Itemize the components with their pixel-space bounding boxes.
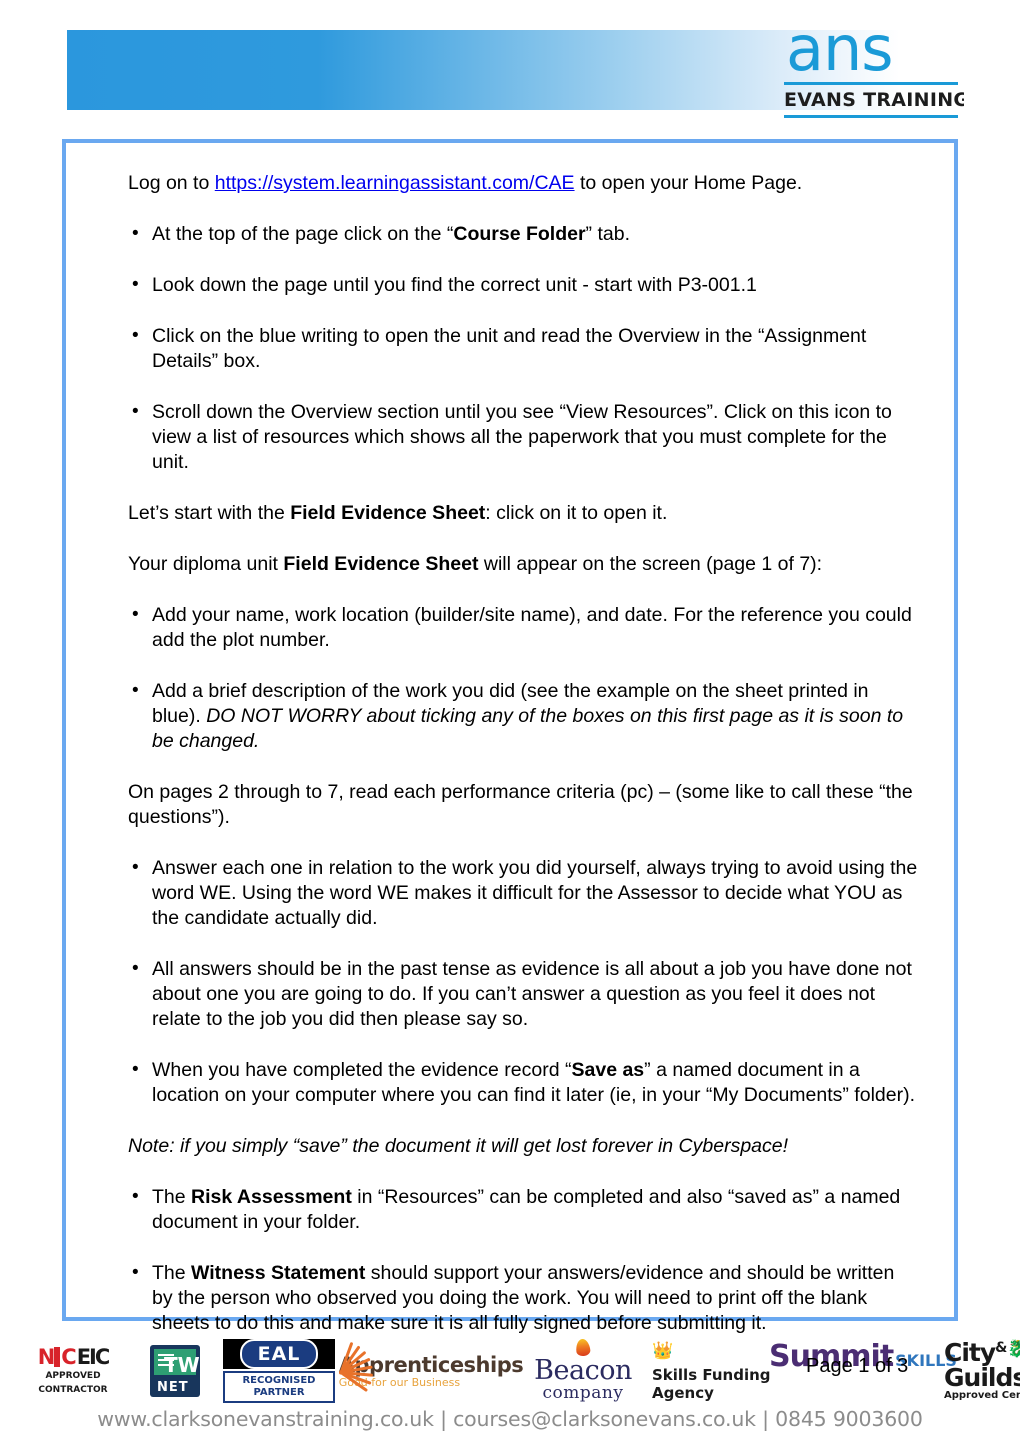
logo-wordmark: ans [786, 12, 894, 85]
city-and-guilds-logo: City & 🐉 Guilds Approved Centre [944, 1339, 1020, 1403]
twnet-name: NET [157, 1380, 189, 1395]
twnet-logo: TW NET [146, 1339, 204, 1403]
cg-approved-centre-caption: Approved Centre [944, 1390, 1020, 1401]
text-run: Your diploma unit [128, 553, 284, 575]
skills-funding-agency-logo: Skills Funding Agency [652, 1339, 780, 1403]
flame-icon [575, 1338, 591, 1357]
bullet-item: When you have completed the evidence rec… [128, 1057, 918, 1108]
paragraph: Let’s start with the Field Evidence Shee… [128, 501, 918, 526]
bullet-item: Scroll down the Overview section until y… [128, 399, 918, 475]
text-run: Risk Assessment [191, 1186, 352, 1208]
footer-contact-line: www.clarksonevanstraining.co.uk | course… [97, 1407, 923, 1431]
text-run: will appear on the screen (page 1 of 7): [478, 553, 823, 575]
text-run: Scroll down the Overview section until y… [152, 401, 892, 473]
text-run: The [152, 1262, 192, 1284]
niceic-caption-line1: APPROVED [45, 1371, 101, 1381]
apprenticeships-title: Apprenticeships [338, 1352, 524, 1377]
text-run: All answers should be in the past tense … [152, 958, 912, 1030]
city-guilds-row-1: City & 🐉 [944, 1340, 1020, 1365]
text-run: Witness Statement [191, 1262, 366, 1284]
eal-caption: RECOGNISED PARTNER [223, 1371, 335, 1403]
twnet-mark: TW NET [150, 1345, 200, 1397]
bullet-list: Add your name, work location (builder/si… [128, 602, 918, 754]
niceic-c-text: C [61, 1345, 76, 1369]
logo-subtitle: EVANS TRAINING [784, 89, 964, 111]
bullet-item: At the top of the page click on the “Cou… [128, 221, 918, 247]
paragraph: Note: if you simply “save” the document … [128, 1134, 918, 1159]
text-run: On pages 2 through to 7, read each perfo… [128, 781, 913, 828]
paragraph: On pages 2 through to 7, read each perfo… [128, 780, 918, 830]
text-run: When you have completed the evidence rec… [152, 1059, 572, 1081]
intro-paragraph: Log on to https://system.learningassista… [128, 171, 918, 196]
text-run: Look down the page until you find the co… [152, 274, 757, 296]
text-run: ” tab. [585, 223, 630, 245]
intro-prefix: Log on to [128, 172, 215, 194]
niceic-nic-text: N [37, 1345, 56, 1369]
sfa-line2: Agency [652, 1383, 714, 1402]
beacon-company-logo: Beacon company [524, 1338, 642, 1403]
learning-assistant-link[interactable]: https://system.learningassistant.com/CAE [215, 172, 575, 194]
eal-mark: EAL [239, 1339, 319, 1369]
niceic-caption-line2: CONTRACTOR [38, 1385, 108, 1395]
bullet-item: Click on the blue writing to open the un… [128, 323, 918, 374]
eal-caption-line1: RECOGNISED [242, 1375, 316, 1386]
eal-recognised-partner-logo: EAL RECOGNISED PARTNER [220, 1339, 338, 1403]
apprenticeships-logo: Apprenticeships Good for our Business [338, 1339, 524, 1403]
cg-guilds-text: Guilds [944, 1363, 1020, 1392]
paragraph: Your diploma unit Field Evidence Sheet w… [128, 552, 918, 577]
niceic-eic-text: EIC [76, 1345, 111, 1369]
text-run: The [152, 1186, 192, 1208]
bullet-item: Look down the page until you find the co… [128, 272, 918, 298]
text-run: Field Evidence Sheet [283, 553, 479, 575]
text-run: Note: if you simply “save” the document … [128, 1135, 789, 1157]
bullet-list: At the top of the page click on the “Cou… [128, 221, 918, 475]
text-run: Save as [571, 1059, 645, 1081]
text-run: Course Folder [453, 223, 586, 245]
dragon-icon: 🐉 [1007, 1339, 1020, 1358]
intro-suffix: to open your Home Page. [574, 172, 803, 194]
logo-rule-bottom [784, 115, 958, 118]
bullet-item: Add your name, work location (builder/si… [128, 602, 918, 653]
niceic-bar-1 [54, 1347, 61, 1367]
cg-city-text: City [944, 1338, 996, 1367]
cg-ampersand: & [995, 1340, 1008, 1356]
bullet-item: Add a brief description of the work you … [128, 678, 918, 754]
document-body: Log on to https://system.learningassista… [128, 171, 918, 1362]
eal-mark-band: EAL [223, 1339, 335, 1369]
text-run: Click on the blue writing to open the un… [152, 325, 867, 372]
text-run: : click on it to open it. [485, 502, 668, 524]
bullet-list: The Risk Assessment in “Resources” can b… [128, 1184, 918, 1336]
text-run: At the top of the page click on the “ [152, 223, 454, 245]
text-run: Field Evidence Sheet [290, 502, 486, 524]
text-run: DO NOT WORRY about ticking any of the bo… [152, 705, 904, 752]
bullet-item: The Risk Assessment in “Resources” can b… [128, 1184, 918, 1235]
company-logo: ans EVANS TRAINING [784, 18, 964, 118]
beacon-subtitle: company [542, 1383, 624, 1403]
eal-caption-line2: PARTNER [253, 1387, 305, 1398]
page-number: Page 1 of 3 [806, 1355, 909, 1377]
page-header: ans EVANS TRAINING [0, 0, 1020, 130]
royal-crest-icon [652, 1341, 682, 1365]
bullet-item: The Witness Statement should support you… [128, 1260, 918, 1336]
bullet-item: All answers should be in the past tense … [128, 956, 918, 1032]
text-run: Answer each one in relation to the work … [152, 857, 918, 929]
document-content-box: Log on to https://system.learningassista… [62, 139, 958, 1334]
document-blocks: At the top of the page click on the “Cou… [128, 221, 918, 1336]
twnet-initials: TW [164, 1353, 200, 1377]
text-run: Let’s start with the [128, 502, 291, 524]
bullet-item: Answer each one in relation to the work … [128, 855, 918, 931]
niceic-approved-contractor-logo: N C EIC APPROVED CONTRACTOR [18, 1339, 128, 1403]
text-run: Add your name, work location (builder/si… [152, 604, 912, 651]
niceic-mark: N C EIC [37, 1345, 111, 1369]
bullet-list: Answer each one in relation to the work … [128, 855, 918, 1108]
sfa-line1: Skills Funding [652, 1365, 771, 1384]
beacon-name: Beacon [534, 1355, 632, 1386]
